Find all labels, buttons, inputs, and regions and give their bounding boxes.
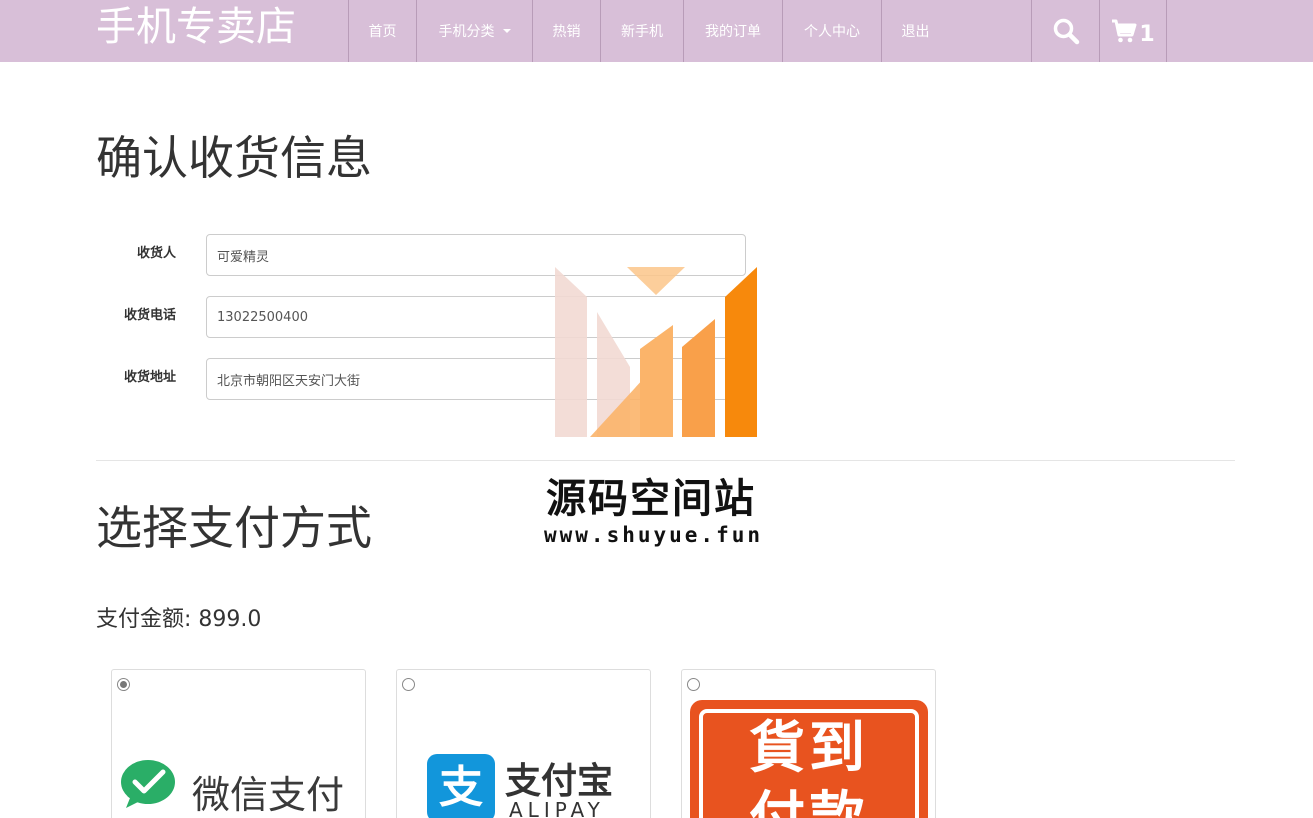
pay-option-cod[interactable]: 貨到 付款 [681, 669, 936, 818]
cod-radio[interactable] [687, 678, 700, 691]
alipay-radio[interactable] [402, 678, 415, 691]
nav-item-home[interactable]: 首页 [348, 0, 416, 62]
nav-item-category[interactable]: 手机分类 [416, 0, 532, 62]
watermark-url: www.shuyue.fun [544, 523, 764, 547]
nav-item-new[interactable]: 新手机 [600, 0, 683, 62]
search-button[interactable] [1031, 0, 1099, 62]
section-divider [96, 460, 1235, 461]
nav-item-logout[interactable]: 退出 [881, 0, 949, 62]
payment-amount: 支付金额: 899.0 [96, 607, 262, 632]
wechat-pay-label: 微信支付 [192, 773, 345, 817]
cart-count-badge: 1 [1139, 21, 1155, 47]
payment-title: 选择支付方式 [96, 501, 372, 555]
search-icon [1053, 18, 1079, 45]
nav-label: 退出 [901, 24, 930, 40]
nav-item-profile[interactable]: 个人中心 [782, 0, 881, 62]
top-navbar: 手机专卖店 首页 手机分类 热销 新手机 我的订单 个人中心 退出 1 [0, 0, 1313, 62]
receiver-label: 收货人 [136, 246, 176, 261]
phone-label: 收货电话 [123, 308, 176, 323]
cod-badge: 貨到 付款 [690, 700, 928, 818]
cart-icon [1112, 19, 1137, 43]
alipay-icon-glyph: 支 [439, 762, 483, 813]
wechat-radio[interactable] [117, 678, 130, 691]
nav-label: 新手机 [621, 24, 663, 40]
shipping-title: 确认收货信息 [96, 131, 372, 185]
nav-label: 热销 [552, 24, 581, 40]
alipay-label: 支付宝 [505, 761, 614, 802]
alipay-icon: 支 [427, 754, 495, 818]
cod-label-line2: 付款 [690, 784, 928, 818]
nav-label: 个人中心 [804, 24, 860, 40]
nav-label: 我的订单 [705, 24, 761, 40]
nav-label: 首页 [368, 24, 397, 40]
alipay-sub-label: ALIPAY [509, 798, 605, 818]
cart-button[interactable]: 1 [1099, 0, 1167, 62]
pay-option-wechat[interactable]: 微信支付 [111, 669, 366, 818]
brand-logo[interactable]: 手机专卖店 [96, 4, 296, 50]
chevron-down-icon [502, 29, 511, 33]
pay-option-alipay[interactable]: 支 支付宝 ALIPAY [396, 669, 651, 818]
watermark-title: 源码空间站 [546, 476, 756, 522]
address-label: 收货地址 [123, 370, 176, 385]
nav-item-orders[interactable]: 我的订单 [683, 0, 782, 62]
nav-item-hot[interactable]: 热销 [532, 0, 600, 62]
cod-label: 貨到 [749, 716, 869, 781]
wechat-pay-icon [121, 760, 175, 808]
nav-label: 手机分类 [438, 24, 495, 40]
watermark-logo [555, 267, 757, 437]
